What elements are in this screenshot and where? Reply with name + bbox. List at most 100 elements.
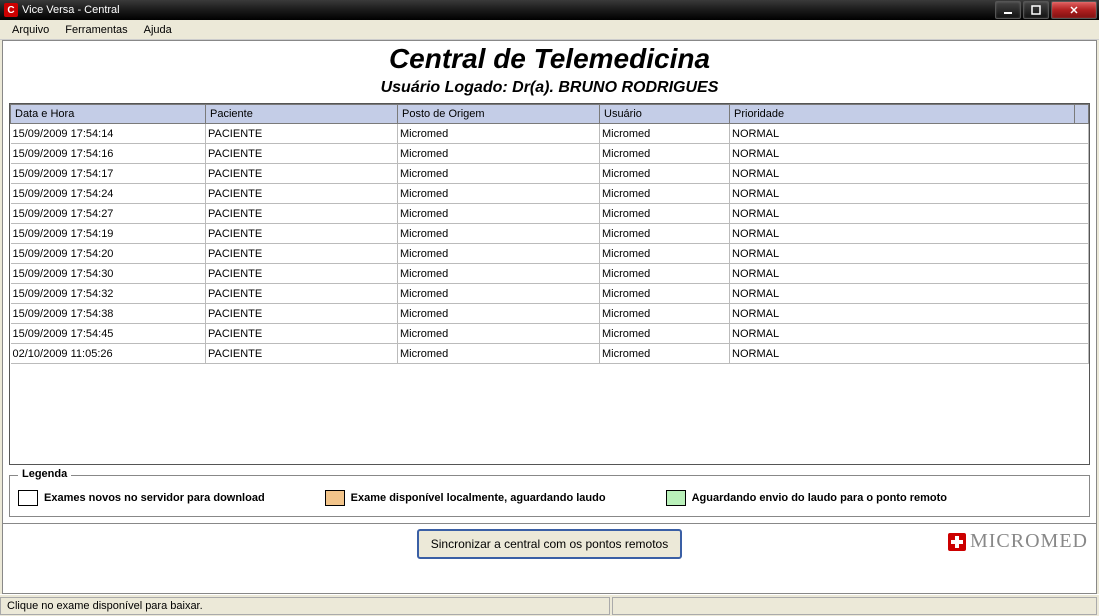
cell: NORMAL xyxy=(730,124,1089,144)
cell: PACIENTE xyxy=(206,244,398,264)
cell: NORMAL xyxy=(730,164,1089,184)
table-row[interactable]: 15/09/2009 17:54:19PACIENTEMicromedMicro… xyxy=(11,224,1089,244)
legend-item-local: Exame disponível localmente, aguardando … xyxy=(325,490,606,506)
close-button[interactable] xyxy=(1051,1,1097,19)
cell: PACIENTE xyxy=(206,324,398,344)
cell: PACIENTE xyxy=(206,264,398,284)
cell: NORMAL xyxy=(730,264,1089,284)
minimize-button[interactable] xyxy=(995,1,1021,19)
cell: Micromed xyxy=(398,144,600,164)
cell: 02/10/2009 11:05:26 xyxy=(11,344,206,364)
bottom-toolbar: Sincronizar a central com os pontos remo… xyxy=(3,523,1096,563)
exam-grid[interactable]: Data e Hora Paciente Posto de Origem Usu… xyxy=(9,103,1090,465)
cell: 15/09/2009 17:54:19 xyxy=(11,224,206,244)
table-row[interactable]: 15/09/2009 17:54:30PACIENTEMicromedMicro… xyxy=(11,264,1089,284)
swatch-green xyxy=(666,490,686,506)
col-priority[interactable]: Prioridade xyxy=(730,105,1075,124)
cell: Micromed xyxy=(600,224,730,244)
cell: Micromed xyxy=(398,264,600,284)
table-row[interactable]: 15/09/2009 17:54:20PACIENTEMicromedMicro… xyxy=(11,244,1089,264)
cell: PACIENTE xyxy=(206,284,398,304)
plus-icon xyxy=(948,533,966,551)
swatch-orange xyxy=(325,490,345,506)
cell: 15/09/2009 17:54:30 xyxy=(11,264,206,284)
cell: NORMAL xyxy=(730,144,1089,164)
cell: Micromed xyxy=(600,284,730,304)
swatch-white xyxy=(18,490,38,506)
cell: PACIENTE xyxy=(206,144,398,164)
cell: Micromed xyxy=(398,204,600,224)
col-origin[interactable]: Posto de Origem xyxy=(398,105,600,124)
content-area: Central de Telemedicina Usuário Logado: … xyxy=(2,40,1097,594)
cell: NORMAL xyxy=(730,324,1089,344)
cell: Micromed xyxy=(398,124,600,144)
cell: 15/09/2009 17:54:32 xyxy=(11,284,206,304)
window-title: Vice Versa - Central xyxy=(22,4,120,16)
menu-ferramentas[interactable]: Ferramentas xyxy=(57,22,135,38)
cell: PACIENTE xyxy=(206,204,398,224)
table-row[interactable]: 15/09/2009 17:54:14PACIENTEMicromedMicro… xyxy=(11,124,1089,144)
cell: Micromed xyxy=(600,144,730,164)
cell: Micromed xyxy=(600,204,730,224)
cell: 15/09/2009 17:54:14 xyxy=(11,124,206,144)
cell: PACIENTE xyxy=(206,124,398,144)
table-row[interactable]: 15/09/2009 17:54:32PACIENTEMicromedMicro… xyxy=(11,284,1089,304)
col-user[interactable]: Usuário xyxy=(600,105,730,124)
legend-title: Legenda xyxy=(18,468,71,480)
table-row[interactable]: 15/09/2009 17:54:24PACIENTEMicromedMicro… xyxy=(11,184,1089,204)
cell: Micromed xyxy=(398,184,600,204)
app-icon: C xyxy=(4,3,18,17)
menubar: Arquivo Ferramentas Ajuda xyxy=(0,20,1099,40)
cell: Micromed xyxy=(398,244,600,264)
cell: Micromed xyxy=(600,304,730,324)
scroll-gutter xyxy=(1075,105,1089,124)
menu-ajuda[interactable]: Ajuda xyxy=(136,22,180,38)
cell: Micromed xyxy=(600,184,730,204)
table-row[interactable]: 15/09/2009 17:54:16PACIENTEMicromedMicro… xyxy=(11,144,1089,164)
table-row[interactable]: 15/09/2009 17:54:17PACIENTEMicromedMicro… xyxy=(11,164,1089,184)
cell: NORMAL xyxy=(730,284,1089,304)
cell: NORMAL xyxy=(730,344,1089,364)
titlebar: C Vice Versa - Central xyxy=(0,0,1099,20)
statusbar: Clique no exame disponível para baixar. xyxy=(0,594,1099,616)
cell: Micromed xyxy=(398,284,600,304)
cell: 15/09/2009 17:54:20 xyxy=(11,244,206,264)
legend-item-sent: Aguardando envio do laudo para o ponto r… xyxy=(666,490,947,506)
col-datetime[interactable]: Data e Hora xyxy=(11,105,206,124)
cell: Micromed xyxy=(600,244,730,264)
cell: Micromed xyxy=(600,344,730,364)
table-row[interactable]: 15/09/2009 17:54:45PACIENTEMicromedMicro… xyxy=(11,324,1089,344)
maximize-button[interactable] xyxy=(1023,1,1049,19)
cell: 15/09/2009 17:54:38 xyxy=(11,304,206,324)
cell: PACIENTE xyxy=(206,164,398,184)
menu-arquivo[interactable]: Arquivo xyxy=(4,22,57,38)
cell: NORMAL xyxy=(730,204,1089,224)
cell: Micromed xyxy=(600,124,730,144)
table-row[interactable]: 15/09/2009 17:54:38PACIENTEMicromedMicro… xyxy=(11,304,1089,324)
table-row[interactable]: 15/09/2009 17:54:27PACIENTEMicromedMicro… xyxy=(11,204,1089,224)
cell: 15/09/2009 17:54:16 xyxy=(11,144,206,164)
status-empty xyxy=(612,597,1097,615)
cell: NORMAL xyxy=(730,244,1089,264)
legend-item-new: Exames novos no servidor para download xyxy=(18,490,265,506)
page-title: Central de Telemedicina xyxy=(3,43,1096,75)
cell: NORMAL xyxy=(730,184,1089,204)
cell: NORMAL xyxy=(730,224,1089,244)
window-controls xyxy=(995,0,1099,20)
table-row[interactable]: 02/10/2009 11:05:26PACIENTEMicromedMicro… xyxy=(11,344,1089,364)
cell: NORMAL xyxy=(730,304,1089,324)
legend: Legenda Exames novos no servidor para do… xyxy=(9,475,1090,517)
cell: Micromed xyxy=(600,264,730,284)
cell: Micromed xyxy=(600,164,730,184)
cell: Micromed xyxy=(398,304,600,324)
sync-button[interactable]: Sincronizar a central com os pontos remo… xyxy=(417,529,682,559)
cell: PACIENTE xyxy=(206,184,398,204)
cell: 15/09/2009 17:54:27 xyxy=(11,204,206,224)
cell: Micromed xyxy=(398,344,600,364)
cell: PACIENTE xyxy=(206,224,398,244)
grid-header-row: Data e Hora Paciente Posto de Origem Usu… xyxy=(11,105,1089,124)
col-patient[interactable]: Paciente xyxy=(206,105,398,124)
cell: 15/09/2009 17:54:24 xyxy=(11,184,206,204)
brand-logo: MICROMED xyxy=(948,530,1088,553)
logged-user: Usuário Logado: Dr(a). BRUNO RODRIGUES xyxy=(3,79,1096,97)
